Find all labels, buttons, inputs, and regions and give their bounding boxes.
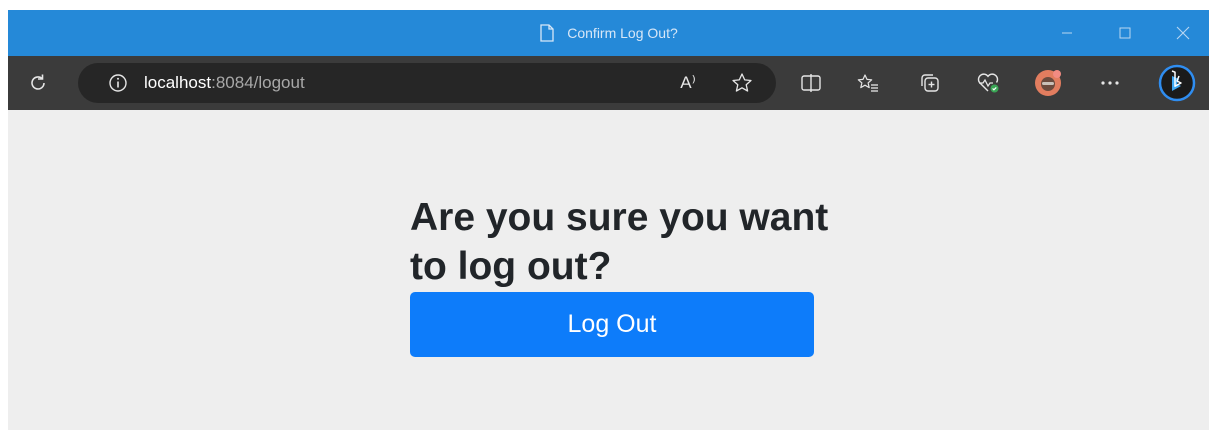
url-host: localhost xyxy=(144,73,212,92)
window-title: Confirm Log Out? xyxy=(567,25,678,41)
read-aloud-icon[interactable]: A⁾ xyxy=(670,56,706,110)
browser-window: Confirm Log Out? localhost:8084/logout A… xyxy=(8,10,1209,430)
browser-essentials-icon[interactable] xyxy=(970,56,1006,110)
collections-icon[interactable] xyxy=(912,56,948,110)
favorite-star-icon[interactable] xyxy=(724,56,760,110)
document-icon xyxy=(539,24,555,42)
read-aloud-label: A⁾ xyxy=(680,73,696,92)
minimize-icon[interactable] xyxy=(1044,10,1090,56)
close-icon[interactable] xyxy=(1160,10,1206,56)
site-info-icon[interactable] xyxy=(100,56,136,110)
refresh-icon[interactable] xyxy=(20,56,56,110)
split-screen-icon[interactable] xyxy=(793,56,829,110)
more-options-icon[interactable] xyxy=(1092,56,1128,110)
log-out-button[interactable]: Log Out xyxy=(410,292,814,357)
browser-toolbar: localhost:8084/logout A⁾ xyxy=(8,56,1209,110)
copilot-icon[interactable] xyxy=(1154,56,1200,110)
url-path: :8084/logout xyxy=(211,73,305,92)
url-text[interactable]: localhost:8084/logout xyxy=(144,63,305,103)
address-bar[interactable]: localhost:8084/logout A⁾ xyxy=(78,63,776,103)
page-title: Are you sure you want to log out? xyxy=(410,196,829,288)
favorites-icon[interactable] xyxy=(850,56,886,110)
window-title-area: Confirm Log Out? xyxy=(8,10,1209,56)
profile-avatar[interactable] xyxy=(1030,56,1066,110)
title-bar: Confirm Log Out? xyxy=(8,10,1209,56)
maximize-icon[interactable] xyxy=(1102,10,1148,56)
page-content: Are you sure you want to log out? Log Ou… xyxy=(8,110,1209,430)
